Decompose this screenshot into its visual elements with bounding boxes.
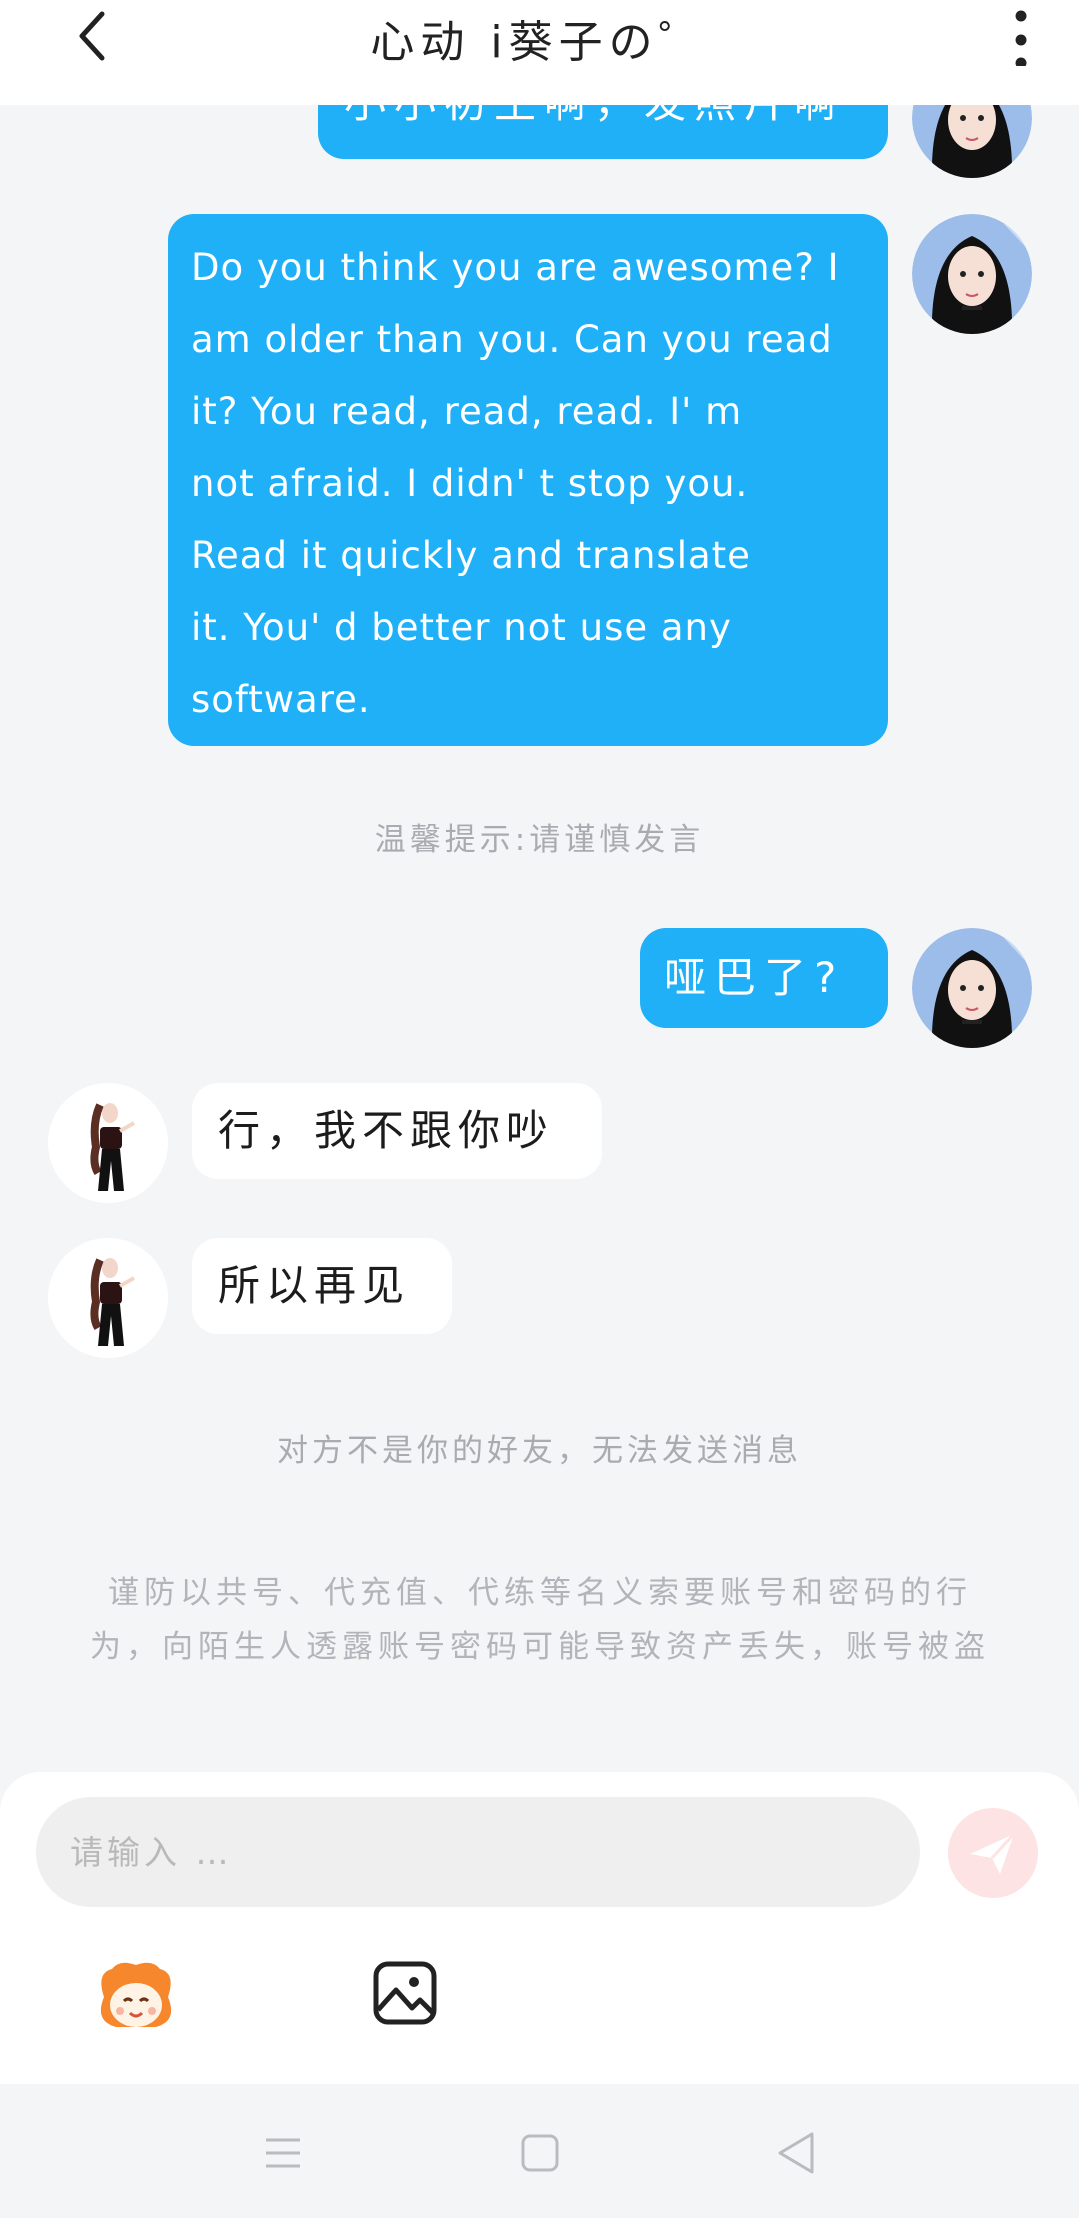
more-options-button[interactable] bbox=[1003, 6, 1039, 69]
message-text: 哑巴了? bbox=[664, 953, 845, 1002]
nav-back-button[interactable] bbox=[772, 2128, 822, 2178]
image-icon bbox=[373, 1961, 437, 2025]
my-avatar[interactable] bbox=[912, 928, 1032, 1048]
not-friend-notice: 对方不是你的好友，无法发送消息 bbox=[277, 1433, 802, 1469]
emoji-mascot-icon bbox=[100, 1962, 172, 2027]
send-button[interactable] bbox=[948, 1808, 1038, 1898]
message-bubble-outgoing[interactable]: 哑巴了? bbox=[640, 928, 888, 1028]
tip-notice: 温馨提示:请谨慎发言 bbox=[374, 822, 705, 858]
nav-menu-button[interactable] bbox=[258, 2128, 308, 2178]
message-bubble-incoming[interactable]: 所以再见 bbox=[192, 1238, 452, 1334]
contact-avatar[interactable] bbox=[48, 1083, 168, 1203]
security-warning: 谨防以共号、代充值、代练等名义索要账号和密码的行为，向陌生人透露账号密码可能导致… bbox=[90, 1575, 990, 1665]
message-text: 行，我不跟你吵 bbox=[218, 1106, 555, 1155]
message-text: Do you think you are awesome? I am older… bbox=[191, 246, 840, 721]
home-icon bbox=[521, 2134, 559, 2172]
input-panel bbox=[0, 1772, 1079, 2084]
system-navigation-bar bbox=[0, 2084, 1079, 2218]
menu-icon bbox=[266, 2138, 300, 2168]
nav-home-button[interactable] bbox=[515, 2128, 565, 2178]
my-avatar[interactable] bbox=[912, 214, 1032, 334]
back-triangle-icon bbox=[778, 2132, 814, 2174]
contact-avatar[interactable] bbox=[48, 1238, 168, 1358]
emoji-button[interactable] bbox=[90, 1957, 182, 2037]
image-button[interactable] bbox=[372, 1960, 438, 2026]
message-input[interactable] bbox=[36, 1797, 920, 1907]
message-bubble-outgoing[interactable]: Do you think you are awesome? I am older… bbox=[168, 214, 888, 746]
message-bubble-incoming[interactable]: 行，我不跟你吵 bbox=[192, 1083, 602, 1179]
message-text: 所以再见 bbox=[218, 1261, 411, 1310]
more-vertical-icon bbox=[1015, 10, 1027, 69]
chat-title: 心动 i葵子の゜ bbox=[370, 17, 709, 68]
chat-screen: 小小初生啊，发照片啊 心动 i葵子の゜ Do you think you bbox=[0, 0, 1079, 2218]
chat-header: 心动 i葵子の゜ bbox=[0, 0, 1079, 105]
send-icon bbox=[970, 1832, 1016, 1874]
